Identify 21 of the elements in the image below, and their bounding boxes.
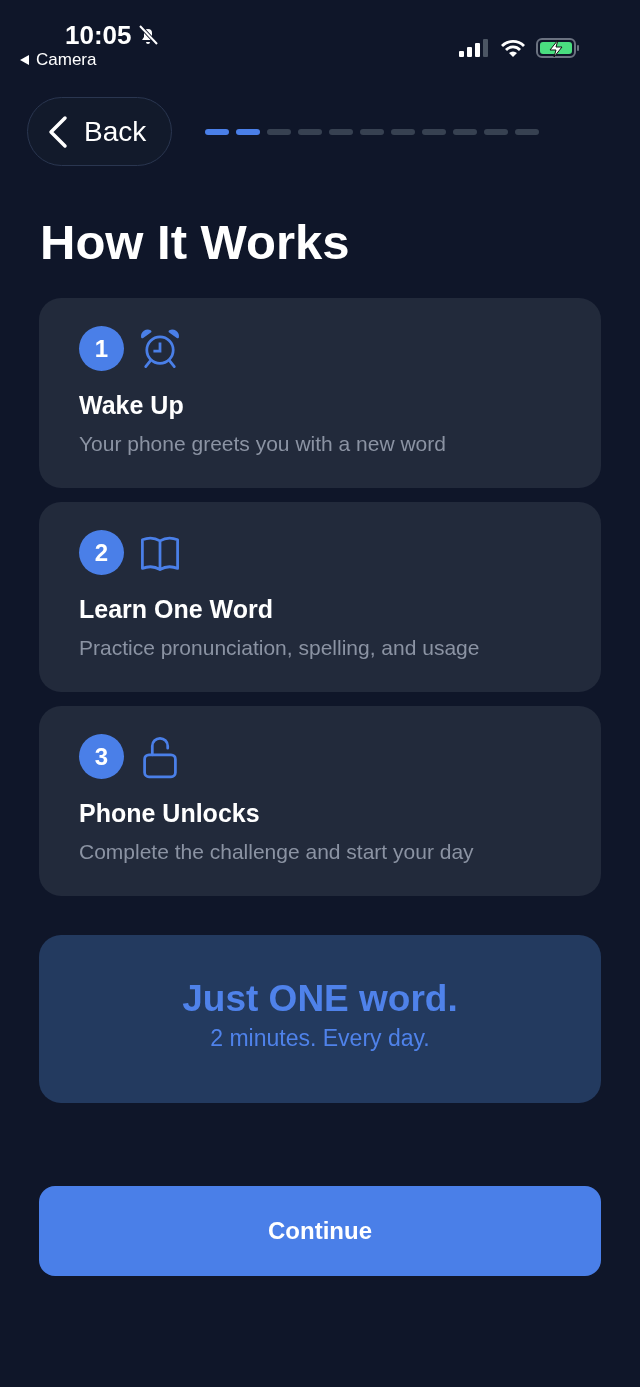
chevron-left-icon (46, 114, 70, 149)
step-number: 3 (79, 734, 124, 779)
step-title: Learn One Word (79, 594, 274, 624)
highlight-headline: Just ONE word. (182, 977, 458, 1021)
step-number: 1 (79, 326, 124, 371)
step-title: Phone Unlocks (79, 798, 261, 828)
continue-button[interactable]: Continue (39, 1186, 601, 1276)
back-button[interactable]: Back (27, 97, 172, 166)
step-title: Wake Up (79, 390, 185, 420)
step-description: Your phone greets you with a new word (79, 431, 447, 457)
step-description: Complete the challenge and start your day (79, 839, 475, 865)
battery-charging-icon (536, 38, 580, 58)
page-title: How It Works (40, 214, 351, 271)
highlight-subline: 2 minutes. Every day. (210, 1024, 430, 1053)
back-triangle-icon (20, 55, 30, 65)
wifi-icon (500, 38, 526, 58)
status-time: 10:05 (65, 20, 132, 50)
step-number: 2 (79, 530, 124, 575)
signal-icon (458, 38, 490, 58)
back-to-app-link[interactable]: Camera (36, 50, 97, 70)
step-description: Practice pronunciation, spelling, and usage (79, 635, 481, 661)
